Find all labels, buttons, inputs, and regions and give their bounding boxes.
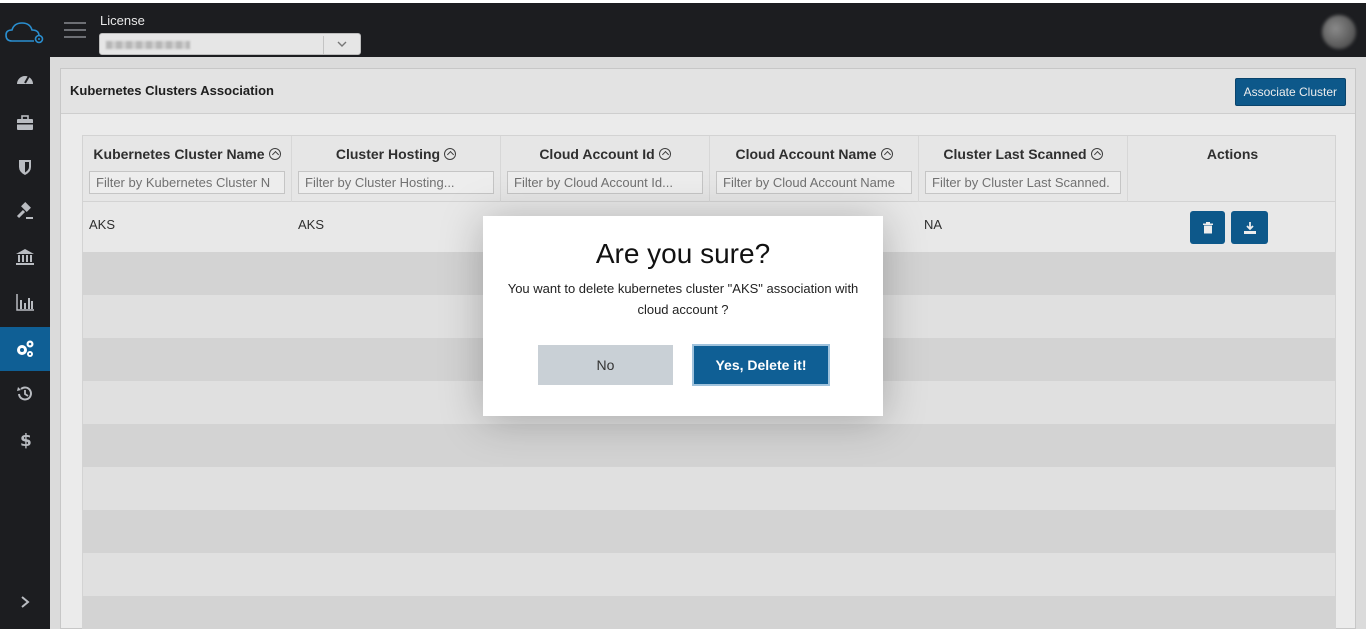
shield-icon [19, 160, 31, 175]
sidebar-item-history[interactable] [0, 372, 50, 416]
top-bar: License [0, 3, 1366, 57]
hamburger-menu-icon[interactable] [64, 22, 86, 40]
select-separator [323, 36, 324, 54]
sidebar-item-bank[interactable] [0, 235, 50, 279]
cogs-icon [17, 340, 34, 357]
cancel-button[interactable]: No [538, 345, 673, 385]
license-value-blurred [106, 41, 190, 49]
dialog-title: Are you sure? [595, 238, 771, 269]
chevron-right-icon [21, 596, 30, 608]
confirm-delete-dialog: Are you sure? You want to delete kuberne… [483, 216, 883, 416]
license-select[interactable] [99, 33, 361, 55]
sidebar-item-settings[interactable] [0, 327, 50, 371]
sidebar-item-security[interactable] [0, 145, 50, 189]
cloud-logo-icon[interactable] [4, 21, 46, 45]
sidebar-item-briefcase[interactable] [0, 101, 50, 145]
sidebar-item-reports[interactable] [0, 280, 50, 324]
briefcase-icon [17, 115, 33, 130]
history-icon [17, 386, 32, 401]
dialog-message: You want to delete kubernetes cluster "A… [507, 281, 859, 317]
sidebar-item-billing[interactable]: $ [0, 417, 50, 461]
chevron-down-icon [337, 41, 347, 47]
sidebar-expand-button[interactable] [0, 587, 50, 617]
dollar-icon: $ [20, 431, 32, 449]
sidebar-item-gavel[interactable] [0, 190, 50, 234]
svg-text:$: $ [20, 431, 32, 449]
dashboard-icon [17, 75, 33, 84]
user-avatar[interactable] [1322, 15, 1356, 49]
gavel-icon [16, 202, 33, 219]
license-label: License [100, 13, 145, 28]
sidebar: $ [0, 57, 50, 629]
confirm-delete-button[interactable]: Yes, Delete it! [692, 344, 830, 386]
sidebar-item-dashboard[interactable] [0, 57, 50, 101]
bank-icon [16, 249, 34, 265]
bar-chart-icon [16, 294, 34, 311]
